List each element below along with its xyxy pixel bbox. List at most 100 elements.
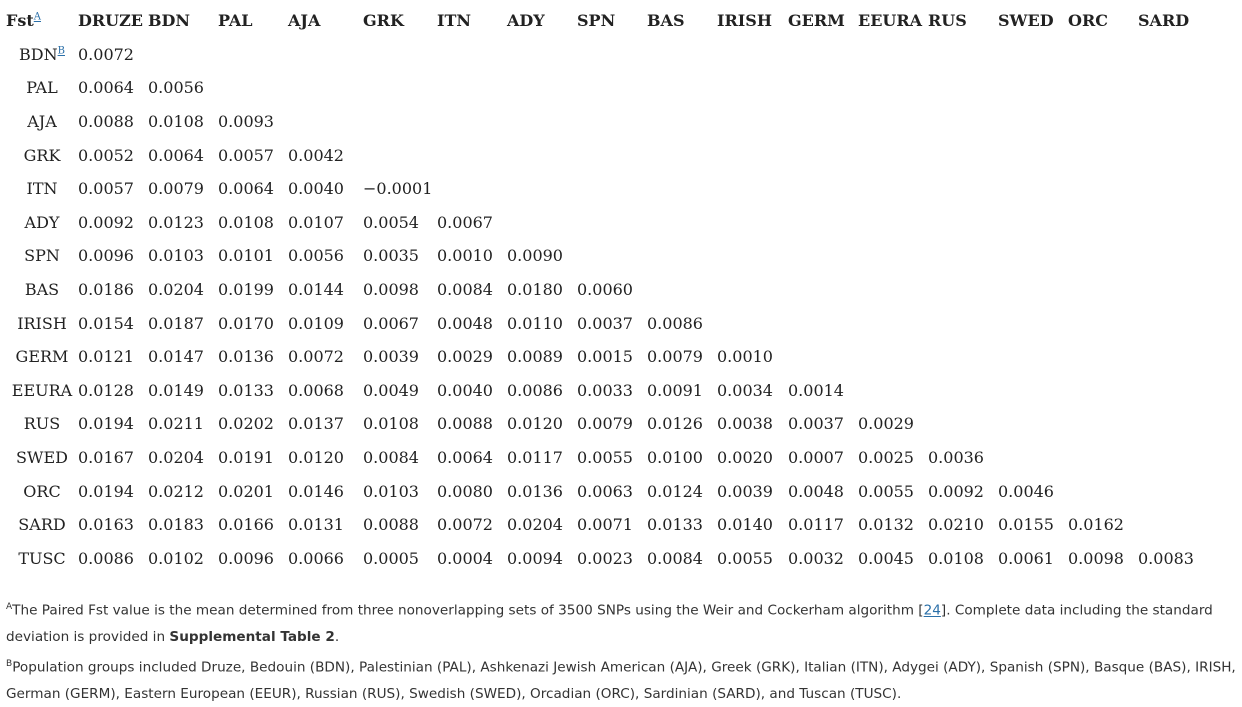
table-cell — [437, 138, 507, 172]
table-cell — [1068, 206, 1138, 240]
table-cell — [928, 374, 998, 408]
table-cell — [288, 38, 363, 72]
table-cell — [928, 239, 998, 273]
table-cell: 0.0146 — [288, 481, 344, 501]
fst-table: FstA DRUZE BDN PAL AJA GRK ITN ADY SPN BAS IRISH G… — [6, 4, 1198, 575]
table-cell: −0.0001 — [363, 179, 433, 199]
table-cell: 0.0108 — [363, 414, 419, 434]
table-cell: 0.0137 — [288, 414, 344, 434]
table-cell — [1138, 38, 1198, 72]
row-header: PAL — [6, 71, 78, 105]
row-label: ITN — [26, 179, 58, 199]
column-header: EEURA — [858, 11, 923, 31]
table-cell — [507, 71, 577, 105]
table-cell: 0.0084 — [363, 448, 419, 468]
table-cell: 0.0089 — [507, 347, 563, 367]
table-cell: 0.0067 — [437, 212, 493, 232]
table-cell — [437, 172, 507, 206]
row-header: AJA — [6, 105, 78, 139]
table-cell — [717, 206, 788, 240]
column-header: GRK — [363, 11, 404, 31]
table-cell — [507, 172, 577, 206]
table-cell — [998, 273, 1068, 307]
table-cell — [1068, 340, 1138, 374]
table-cell — [218, 71, 288, 105]
table-cell — [577, 38, 647, 72]
table-cell — [858, 306, 928, 340]
table-cell — [1068, 407, 1138, 441]
table-cell — [858, 138, 928, 172]
table-cell — [1138, 239, 1198, 273]
table-cell: 0.0086 — [78, 548, 134, 568]
table-cell — [788, 340, 858, 374]
table-cell: 0.0054 — [363, 212, 419, 232]
footnote-a-link[interactable]: A — [34, 12, 41, 23]
table-cell: 0.0204 — [148, 448, 204, 468]
table-cell — [858, 239, 928, 273]
table-cell: 0.0038 — [717, 414, 773, 434]
table-cell: 0.0042 — [288, 145, 344, 165]
table-cell — [717, 105, 788, 139]
footnotes: AThe Paired Fst value is the mean determ… — [6, 594, 1238, 707]
table-cell — [858, 273, 928, 307]
reference-link[interactable]: 24 — [924, 603, 941, 619]
table-cell: 0.0063 — [577, 481, 633, 501]
column-header: AJA — [288, 11, 321, 31]
row-label: SARD — [18, 515, 66, 535]
table-cell: 0.0092 — [78, 212, 134, 232]
table-cell — [717, 71, 788, 105]
table-cell: 0.0103 — [148, 246, 204, 266]
table-cell: 0.0079 — [647, 347, 703, 367]
table-cell: 0.0088 — [78, 112, 134, 132]
table-cell: 0.0126 — [647, 414, 703, 434]
table-cell: 0.0133 — [218, 380, 274, 400]
table-cell: 0.0084 — [647, 548, 703, 568]
table-cell: 0.0136 — [507, 481, 563, 501]
table-cell — [1068, 474, 1138, 508]
table-cell: 0.0117 — [788, 515, 844, 535]
table-cell: 0.0162 — [1068, 515, 1124, 535]
table-cell: 0.0212 — [148, 481, 204, 501]
table-cell — [1068, 138, 1138, 172]
table-cell — [647, 273, 717, 307]
table-cell — [1068, 38, 1138, 72]
table-cell: 0.0060 — [577, 280, 633, 300]
table-row: PAL 0.0064 0.0056 — [6, 71, 1198, 105]
table-row: EEURA 0.0128 0.0149 0.0133 0.0068 0.0049 0.004… — [6, 374, 1198, 408]
table-cell: 0.0079 — [577, 414, 633, 434]
table-cell: 0.0109 — [288, 313, 344, 333]
table-cell: 0.0056 — [288, 246, 344, 266]
table-body: BDNB 0.0072 PAL 0.0064 0.0056 AJA 0.0088 0.0108… — [6, 38, 1198, 576]
table-cell: 0.0147 — [148, 347, 204, 367]
table-cell: 0.0067 — [363, 313, 419, 333]
table-cell: 0.0103 — [363, 481, 419, 501]
table-cell: 0.0048 — [437, 313, 493, 333]
table-cell — [437, 105, 507, 139]
table-cell — [788, 273, 858, 307]
table-cell: 0.0057 — [78, 179, 134, 199]
table-cell: 0.0096 — [78, 246, 134, 266]
table-cell — [858, 38, 928, 72]
table-cell: 0.0136 — [218, 347, 274, 367]
table-cell: 0.0166 — [218, 515, 274, 535]
table-cell: 0.0014 — [788, 380, 844, 400]
table-header-row: FstA DRUZE BDN PAL AJA GRK ITN ADY SPN BAS IRISH G… — [6, 4, 1198, 38]
table-cell — [928, 407, 998, 441]
table-cell: 0.0072 — [288, 347, 344, 367]
table-cell: 0.0108 — [928, 548, 984, 568]
table-cell — [363, 138, 437, 172]
footnote-b-link[interactable]: B — [58, 46, 65, 57]
table-cell: 0.0071 — [577, 515, 633, 535]
table-cell: 0.0080 — [437, 481, 493, 501]
table-cell — [288, 105, 363, 139]
supplemental-table-link[interactable]: Supplemental Table 2 — [169, 629, 334, 645]
table-cell: 0.0090 — [507, 246, 563, 266]
table-cell — [998, 206, 1068, 240]
table-cell — [998, 38, 1068, 72]
row-label: AJA — [27, 112, 57, 132]
table-cell — [1138, 306, 1198, 340]
table-cell — [1138, 441, 1198, 475]
column-header: ADY — [507, 11, 545, 31]
table-cell — [858, 374, 928, 408]
table-cell: 0.0079 — [148, 179, 204, 199]
